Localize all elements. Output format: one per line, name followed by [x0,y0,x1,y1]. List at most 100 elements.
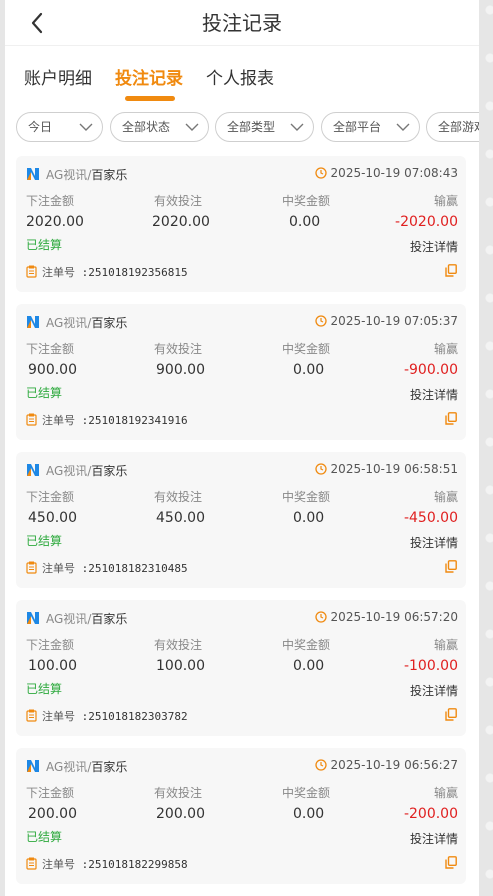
win-amount-label: 中奖金额 [282,342,331,356]
profit-value: -450.00 [403,510,458,526]
valid-bet-value: 100.00 [156,658,205,674]
tab-active-indicator [125,96,175,101]
bet-detail-link[interactable]: 投注详情 [410,830,458,847]
chevron-down-icon [290,123,304,131]
record-game: 百家乐 [91,612,128,626]
record-platform-game: AG视讯/百家乐 [26,610,127,627]
chevron-down-icon [396,123,410,131]
filter-game[interactable]: 全部游戏 [426,112,479,142]
bet-detail-link[interactable]: 投注详情 [410,386,458,403]
profit-value: -200.00 [403,806,458,822]
win-amount-value: 0.00 [289,214,321,230]
clipboard-icon [26,561,37,574]
status-badge: 已结算 [26,238,63,252]
order-number-label: 注单号 [42,414,75,427]
page-title: 投注记录 [202,11,282,35]
status-badge: 已结算 [26,534,63,548]
win-amount-value: 0.00 [293,658,325,674]
order-number-value: :251018182303782 [81,710,188,723]
tab-account-details[interactable]: 账户明细 [24,64,92,89]
copy-icon[interactable] [445,856,457,869]
valid-bet-value: 450.00 [156,510,205,526]
clock-icon [314,611,327,623]
clipboard-icon [26,265,37,278]
order-number: 注单号 :251018182310485 [26,560,188,576]
copy-icon[interactable] [445,560,457,573]
record-card: AG视讯/百家乐 2025-10-19 06:58:51 下注金额 有效投注 中… [16,452,466,588]
bet-amount-label: 下注金额 [26,786,75,800]
record-time-text: 2025-10-19 07:08:43 [330,166,458,180]
profit-label: 输赢 [433,342,458,356]
copy-icon[interactable] [445,708,457,721]
record-platform: AG视讯 [46,464,88,478]
bet-amount-label: 下注金额 [26,342,75,356]
status-badge: 已结算 [26,830,63,844]
bet-detail-link[interactable]: 投注详情 [410,534,458,551]
filter-platform[interactable]: 全部平台 [321,112,420,142]
record-card: AG视讯/百家乐 2025-10-19 07:08:43 下注金额 有效投注 中… [16,156,466,292]
valid-bet-label: 有效投注 [154,490,203,504]
valid-bet-value: 900.00 [156,362,205,378]
order-number-label: 注单号 [42,562,75,575]
clipboard-icon [26,857,37,870]
win-amount-label: 中奖金额 [282,490,331,504]
record-time-text: 2025-10-19 07:05:37 [330,314,458,328]
order-number: 注单号 :251018182299858 [26,856,188,872]
filter-status-label: 全部状态 [122,120,171,134]
profit-label: 输赢 [433,638,458,652]
valid-bet-value: 200.00 [156,806,205,822]
record-time-text: 2025-10-19 06:56:27 [330,758,458,772]
win-amount-label: 中奖金额 [282,786,331,800]
win-amount-label: 中奖金额 [282,638,331,652]
profit-value: -900.00 [403,362,458,378]
copy-icon[interactable] [445,412,457,425]
bet-amount-value: 2020.00 [26,214,84,230]
status-badge: 已结算 [26,386,63,400]
bet-detail-link[interactable]: 投注详情 [410,238,458,255]
filter-platform-label: 全部平台 [333,120,382,134]
bet-amount-value: 100.00 [28,658,77,674]
filter-type[interactable]: 全部类型 [215,112,314,142]
record-time: 2025-10-19 07:08:43 [314,166,458,180]
filter-status[interactable]: 全部状态 [110,112,209,142]
clock-icon [314,463,327,475]
record-game: 百家乐 [91,316,128,330]
valid-bet-label: 有效投注 [154,638,203,652]
record-time: 2025-10-19 06:56:27 [314,758,458,772]
win-amount-value: 0.00 [293,362,325,378]
order-number-label: 注单号 [42,858,75,871]
order-number-value: :251018182310485 [81,562,188,575]
record-platform-game: AG视讯/百家乐 [26,758,127,775]
record-card: AG视讯/百家乐 2025-10-19 06:56:27 下注金额 有效投注 中… [16,748,466,884]
copy-icon[interactable] [445,264,457,277]
order-number: 注单号 :251018182303782 [26,708,188,724]
bet-amount-label: 下注金额 [26,194,75,208]
clock-icon [314,315,327,327]
tab-bar: 账户明细 投注记录 个人报表 [5,46,479,104]
order-number-label: 注单号 [42,266,75,279]
bet-amount-value: 900.00 [28,362,77,378]
profit-label: 输赢 [433,786,458,800]
bet-detail-link[interactable]: 投注详情 [410,682,458,699]
tab-bet-records[interactable]: 投注记录 [115,64,183,89]
record-card: AG视讯/百家乐 2025-10-19 06:57:20 下注金额 有效投注 中… [16,600,466,736]
profit-value: -2020.00 [395,214,458,230]
valid-bet-label: 有效投注 [154,786,203,800]
filter-bar: 今日 全部状态 全部类型 全部平台 全部游戏 [5,104,479,156]
record-game: 百家乐 [91,464,128,478]
record-platform-game: AG视讯/百家乐 [26,462,127,479]
record-platform: AG视讯 [46,316,88,330]
profit-label: 输赢 [433,490,458,504]
ag-logo-icon [27,464,39,476]
valid-bet-label: 有效投注 [154,342,203,356]
bet-records-page: 投注记录 账户明细 投注记录 个人报表 今日 全部状态 全部类型 全部平台 全部… [5,0,479,896]
chevron-down-icon [185,123,199,131]
bet-amount-value: 450.00 [28,510,77,526]
filter-date[interactable]: 今日 [16,112,103,142]
chevron-down-icon [79,123,93,131]
bet-amount-label: 下注金额 [26,490,75,504]
win-amount-value: 0.00 [293,510,325,526]
order-number: 注单号 :251018192356815 [26,264,188,280]
tab-personal-report[interactable]: 个人报表 [206,64,274,89]
filter-date-label: 今日 [28,120,53,134]
